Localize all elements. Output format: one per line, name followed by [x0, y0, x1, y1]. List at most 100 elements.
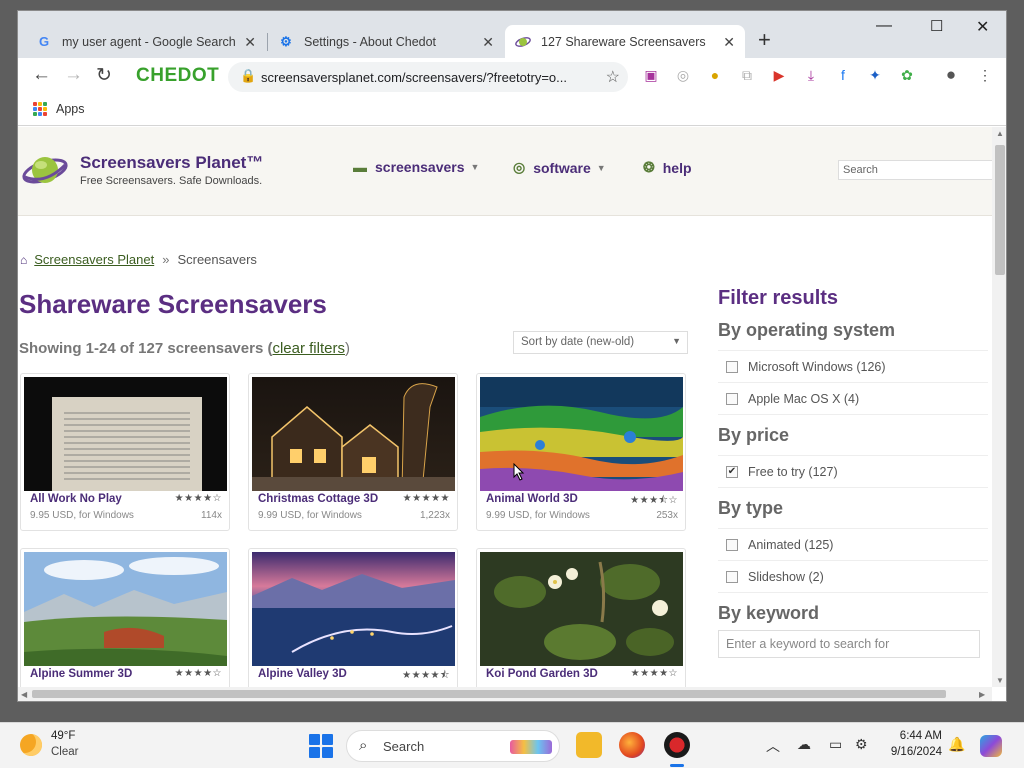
menu-kebab-icon[interactable]: ⋮	[976, 66, 994, 84]
horizontal-scrollbar[interactable]: ◀ ▶	[18, 687, 992, 701]
filter-option-slideshow[interactable]: Slideshow (2)	[718, 561, 988, 593]
nav-help[interactable]: ❂ help	[643, 159, 692, 176]
tab-screensavers[interactable]: 127 Shareware Screensavers ✕	[505, 25, 745, 58]
tab-google-search[interactable]: G my user agent - Google Search ✕	[26, 25, 266, 58]
copilot-icon[interactable]	[980, 735, 1002, 757]
screensaver-thumbnail[interactable]	[24, 552, 227, 666]
filter-option-label: Apple Mac OS X (4)	[748, 391, 860, 406]
screensaver-thumbnail[interactable]	[480, 377, 683, 491]
checkbox[interactable]	[726, 360, 738, 373]
screensaver-price: 9.95 USD, for Windows	[30, 510, 134, 521]
screensaver-thumbnail[interactable]	[252, 377, 455, 491]
screensaver-name[interactable]: Koi Pond Garden 3D	[486, 668, 598, 680]
filter-option-windows[interactable]: Microsoft Windows (126)	[718, 351, 988, 383]
windows-start-icon[interactable]	[309, 734, 333, 758]
scroll-down-icon[interactable]: ▼	[996, 676, 1004, 685]
chedot-browser-icon[interactable]	[664, 732, 690, 758]
apps-bookmark[interactable]: Apps	[56, 102, 85, 116]
scroll-left-icon[interactable]: ◀	[21, 690, 27, 699]
screensaver-thumbnail[interactable]	[252, 552, 455, 666]
google-icon: G	[38, 34, 50, 49]
maximize-button[interactable]: ☐	[930, 17, 943, 35]
weather-moon-icon[interactable]	[20, 734, 42, 756]
clock-date[interactable]: 9/16/2024	[884, 746, 942, 758]
scroll-up-icon[interactable]: ▲	[996, 129, 1004, 138]
file-explorer-icon[interactable]	[576, 732, 602, 758]
lock-ext-icon[interactable]: ⧉	[738, 66, 756, 84]
close-window-button[interactable]: ✕	[976, 17, 989, 37]
filter-option-free-to-try[interactable]: ✔ Free to try (127)	[718, 456, 988, 488]
address-bar[interactable]: 🔒 screensaversplanet.com/screensavers/?f…	[228, 62, 628, 92]
minimize-button[interactable]: —	[876, 17, 892, 35]
filter-title: Filter results	[718, 287, 839, 309]
filter-option-animated[interactable]: Animated (125)	[718, 529, 988, 561]
bookmark-star-icon[interactable]: ☆	[606, 67, 620, 87]
site-search-input[interactable]: Search	[838, 160, 992, 180]
checkbox[interactable]	[726, 570, 738, 583]
screensaver-thumbnail[interactable]	[24, 377, 227, 491]
screensaver-card[interactable]: All Work No Play ★★★★☆ 9.95 USD, for Win…	[20, 373, 230, 531]
network-icon[interactable]: ⚙	[855, 736, 868, 753]
clear-filters-link[interactable]: clear filters	[272, 340, 345, 357]
taskbar-search-box[interactable]: ⌕ Search	[346, 730, 560, 762]
screensaver-card[interactable]: Koi Pond Garden 3D ★★★★☆	[476, 548, 686, 687]
close-icon[interactable]: ✕	[244, 34, 256, 51]
back-arrow-icon[interactable]: ←	[32, 64, 51, 86]
apps-grid-icon[interactable]	[33, 102, 47, 116]
scrollbar-thumb[interactable]	[995, 145, 1005, 275]
display-icon[interactable]: ▭	[829, 736, 842, 753]
screensaver-thumbnail[interactable]	[480, 552, 683, 666]
weather-temperature[interactable]: 49°F	[51, 730, 75, 742]
firefox-icon[interactable]	[619, 732, 645, 758]
screensaver-name[interactable]: Alpine Valley 3D	[258, 668, 347, 680]
screensaver-name[interactable]: All Work No Play	[30, 493, 122, 505]
messenger-icon[interactable]: ●	[706, 66, 724, 84]
video-ext-icon[interactable]: ▶	[770, 66, 788, 84]
search-icon: ⌕	[359, 737, 368, 754]
vertical-scrollbar[interactable]: ▲ ▼	[992, 127, 1006, 687]
page-title: Shareware Screensavers	[19, 289, 327, 319]
new-tab-button[interactable]: +	[758, 29, 771, 51]
screensaver-name[interactable]: Christmas Cottage 3D	[258, 493, 378, 505]
site-name[interactable]: Screensavers Planet™	[80, 153, 263, 173]
profile-avatar-icon[interactable]: ●	[942, 65, 960, 84]
keyword-search-input[interactable]: Enter a keyword to search for	[718, 630, 980, 658]
nav-software[interactable]: ◎ software ▼	[513, 159, 606, 176]
screensaver-card[interactable]: Christmas Cottage 3D ★★★★★ 9.99 USD, for…	[248, 373, 458, 531]
gear-ext-icon[interactable]: ✿	[898, 66, 916, 84]
reload-icon[interactable]: ↻	[96, 64, 112, 87]
close-icon[interactable]: ✕	[482, 34, 494, 51]
screensaver-card[interactable]: Animal World 3D ★★★⯪☆ 9.99 USD, for Wind…	[476, 373, 686, 531]
star-ext-icon[interactable]: ✦	[866, 66, 884, 84]
notification-bell-icon[interactable]: 🔔	[948, 736, 965, 753]
facebook-icon[interactable]: f	[834, 66, 852, 84]
chevron-up-icon[interactable]: ︿	[766, 736, 780, 756]
sort-select[interactable]: Sort by date (new-old) ▼	[513, 331, 688, 354]
filter-option-mac[interactable]: Apple Mac OS X (4)	[718, 383, 988, 415]
url-text[interactable]: screensaversplanet.com/screensavers/?fre…	[261, 70, 567, 85]
screensaver-name[interactable]: Alpine Summer 3D	[30, 668, 132, 680]
checkbox[interactable]	[726, 538, 738, 551]
cloud-offline-icon[interactable]: ☁	[797, 736, 811, 753]
screensaver-name[interactable]: Animal World 3D	[486, 493, 578, 505]
download-icon[interactable]: ⤓	[802, 66, 820, 84]
monitor-icon: ▬	[353, 159, 367, 175]
breadcrumb-separator: »	[162, 252, 170, 267]
close-icon[interactable]: ✕	[723, 34, 735, 51]
screen-ext-icon[interactable]: ▣	[642, 66, 660, 84]
screensaver-card[interactable]: Alpine Valley 3D ★★★★⯪	[248, 548, 458, 687]
nav-label: help	[662, 159, 692, 176]
scroll-right-icon[interactable]: ▶	[979, 690, 985, 699]
tab-settings[interactable]: ⚙ Settings - About Chedot ✕	[268, 25, 504, 58]
checkbox-checked[interactable]: ✔	[726, 465, 738, 478]
breadcrumb-home-link[interactable]: Screensavers Planet	[34, 252, 154, 267]
clock-time[interactable]: 6:44 AM	[896, 730, 942, 742]
checkbox[interactable]	[726, 392, 738, 405]
nav-screensavers[interactable]: ▬ screensavers ▼	[353, 159, 479, 175]
forward-arrow-icon[interactable]: →	[64, 64, 83, 86]
weather-condition[interactable]: Clear	[51, 746, 78, 758]
scrollbar-thumb[interactable]	[32, 690, 946, 698]
site-logo-icon[interactable]	[21, 147, 69, 191]
screensaver-card[interactable]: Alpine Summer 3D ★★★★☆	[20, 548, 230, 687]
whatsapp-icon[interactable]: ◎	[674, 66, 692, 84]
